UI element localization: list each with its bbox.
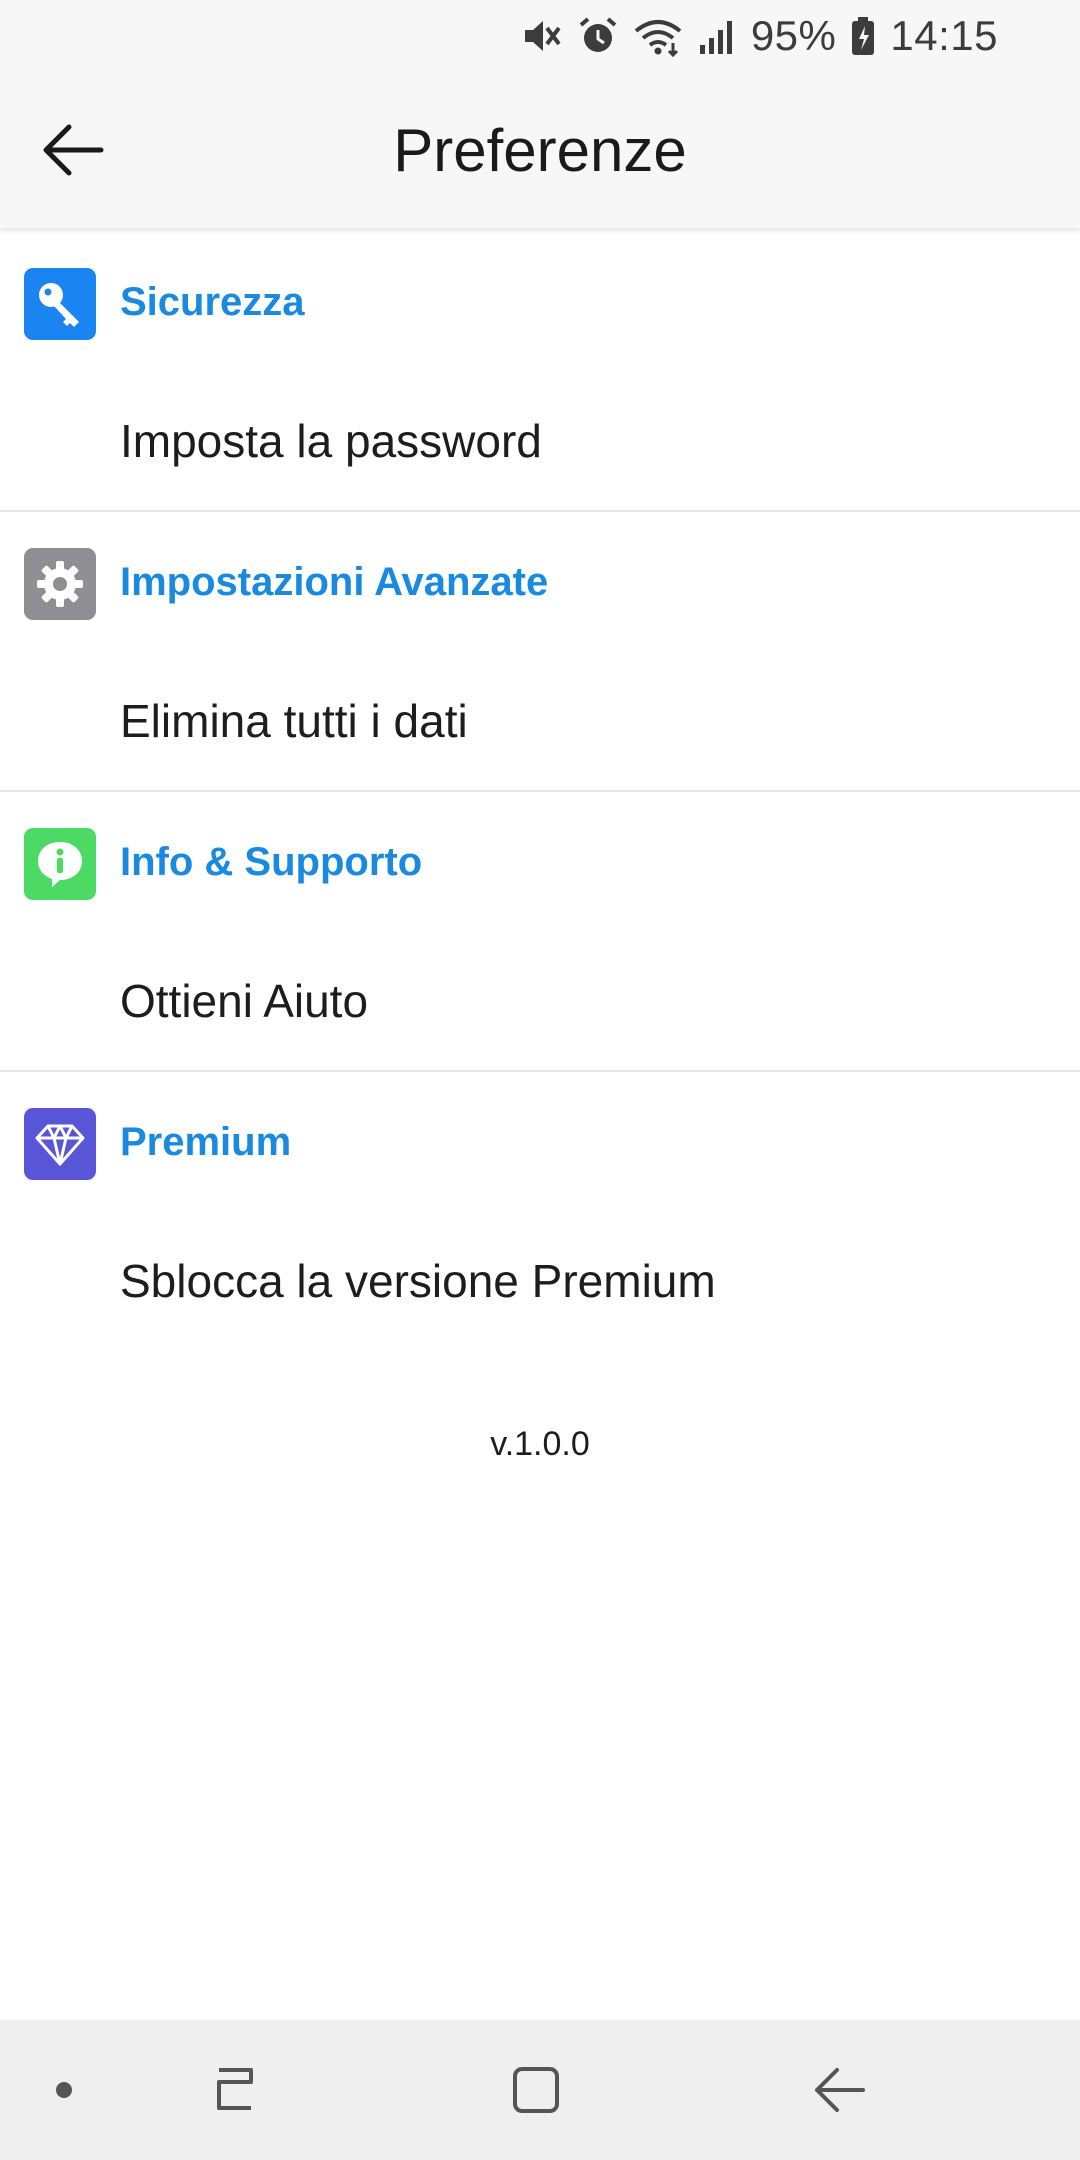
home-button[interactable] — [496, 2050, 576, 2130]
section-security: Sicurezza Imposta la password — [0, 232, 1080, 512]
section-header: Impostazioni Avanzate — [0, 512, 1080, 652]
get-help-item[interactable]: Ottieni Aiuto — [0, 932, 1080, 1070]
unlock-premium-item[interactable]: Sblocca la versione Premium — [0, 1212, 1080, 1350]
section-info-support: Info & Supporto Ottieni Aiuto — [0, 792, 1080, 1072]
version-label: v.1.0.0 — [490, 1425, 590, 1463]
recent-apps-icon — [217, 2068, 253, 2110]
preferences-list: Sicurezza Imposta la password Impostazio — [0, 232, 1080, 1350]
recent-apps-button[interactable] — [195, 2050, 275, 2130]
clock: 14:15 — [890, 12, 998, 59]
section-title: Sicurezza — [120, 279, 305, 324]
diamond-icon — [24, 1108, 96, 1180]
set-password-item[interactable]: Imposta la password — [0, 372, 1080, 510]
signal-icon — [697, 15, 737, 57]
battery-percentage: 95% — [750, 12, 837, 59]
status-bar: 95% 14:15 — [0, 0, 1080, 72]
navigation-bar — [0, 2020, 1080, 2160]
home-icon — [513, 2067, 559, 2113]
battery-charging-icon — [850, 15, 876, 57]
key-icon — [24, 268, 96, 340]
section-title: Info & Supporto — [120, 839, 423, 884]
section-header: Premium — [0, 1072, 1080, 1212]
status-icons: 95% 14:15 — [521, 6, 998, 66]
section-advanced-settings: Impostazioni Avanzate Elimina tutti i da… — [0, 512, 1080, 792]
mute-icon — [521, 15, 563, 57]
section-premium: Premium Sblocca la versione Premium — [0, 1072, 1080, 1350]
section-title: Impostazioni Avanzate — [120, 559, 549, 604]
gear-icon — [24, 548, 96, 620]
section-header: Info & Supporto — [0, 792, 1080, 932]
system-back-button[interactable] — [799, 2050, 879, 2130]
info-bubble-icon — [24, 828, 96, 900]
back-icon — [815, 2068, 865, 2112]
wifi-icon — [633, 15, 683, 57]
app-bar: Preferenze — [0, 72, 1080, 228]
delete-all-data-item[interactable]: Elimina tutti i dati — [0, 652, 1080, 790]
page-title: Preferenze — [393, 116, 687, 184]
section-title: Premium — [120, 1119, 292, 1164]
alarm-icon — [577, 15, 619, 57]
section-header: Sicurezza — [0, 232, 1080, 372]
nav-dot-button[interactable] — [24, 2050, 104, 2130]
nav-dot-icon — [56, 2082, 72, 2098]
